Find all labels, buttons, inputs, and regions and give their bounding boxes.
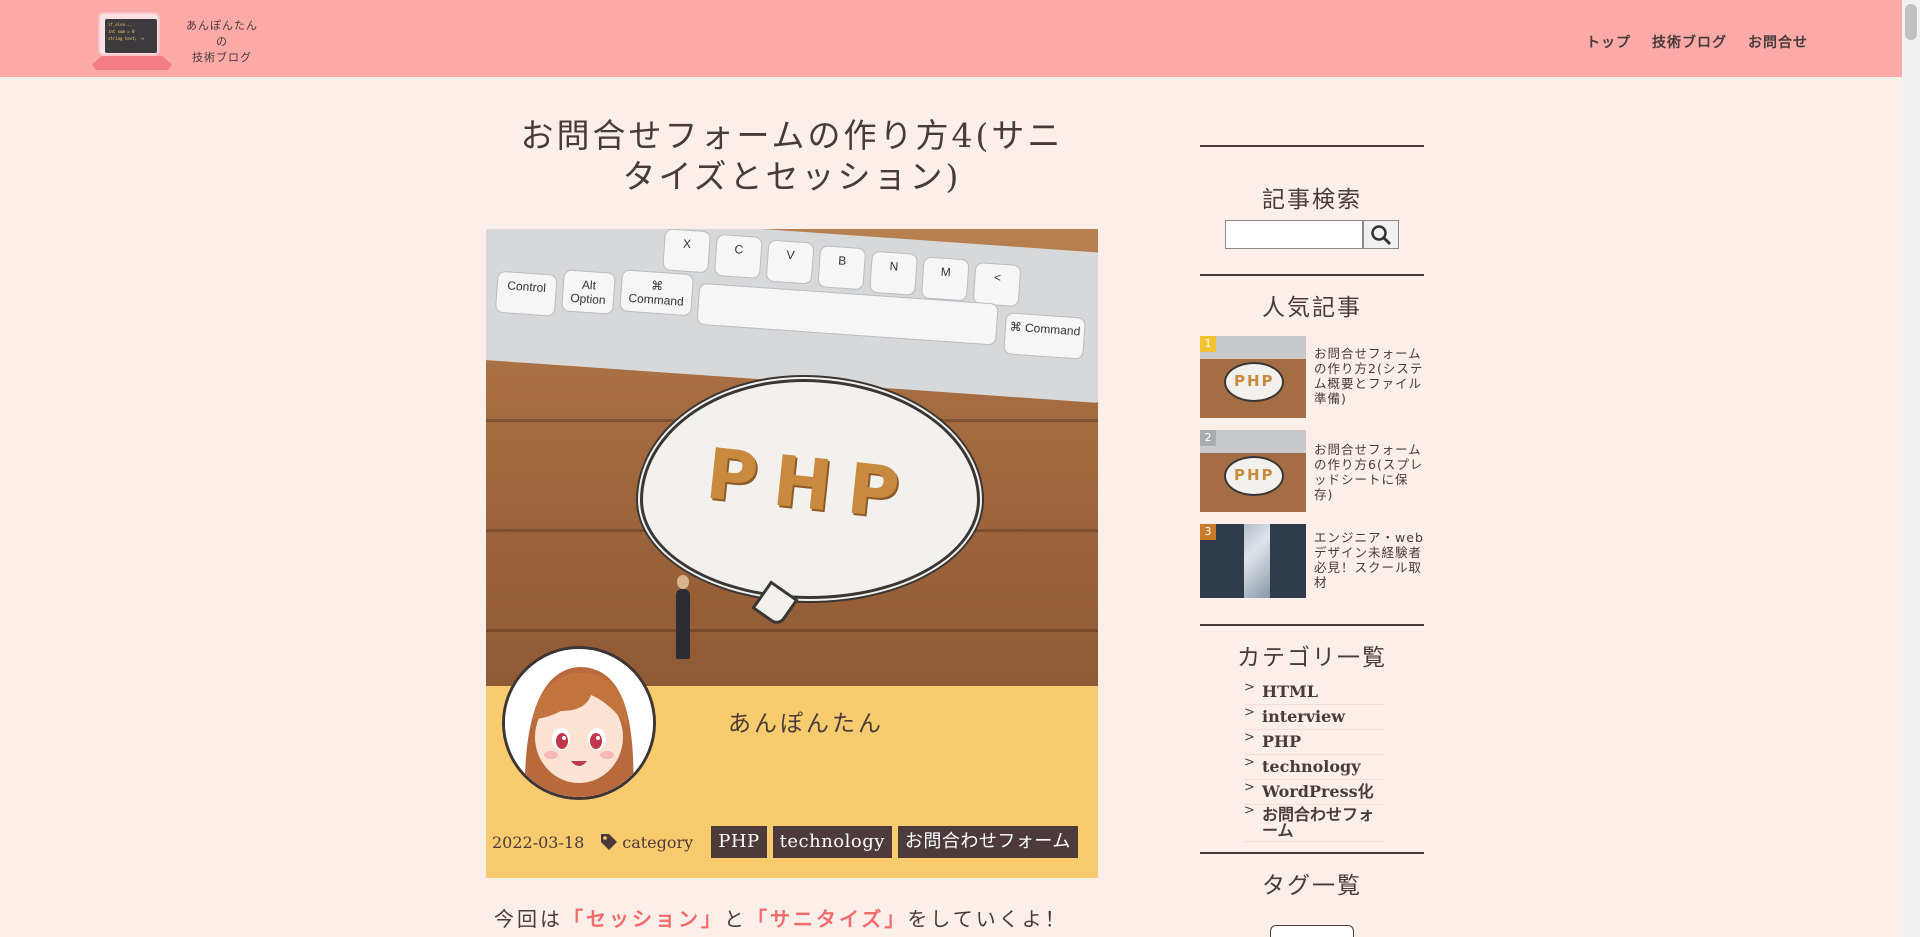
author-name: あんぽんたん [728,711,884,737]
keyboard-image: Control Alt Option ⌘ Command X C V B N M… [486,229,1098,404]
search-input[interactable] [1225,220,1363,249]
key-control: Control [494,270,558,317]
search-form [1200,220,1424,249]
nav-link-contact[interactable]: お問合せ [1748,32,1808,52]
popular-title[interactable]: エンジニア・webデザイン未経験者必見！スクール取材 [1314,524,1424,598]
key-n: N [869,250,918,296]
category-badge-contact-form[interactable]: お問合わせフォーム [897,826,1078,858]
popular-item[interactable]: 3 エンジニア・webデザイン未経験者必見！スクール取材 [1200,524,1424,598]
popular-title[interactable]: お問合せフォームの作り方2(システム概要とファイル準備) [1314,336,1424,418]
tag-icon [601,834,618,850]
search-heading: 記事検索 [1262,187,1362,213]
search-icon [1371,224,1392,245]
figurine-head [677,575,689,589]
post-date: 2022-03-18 [492,832,585,852]
key-option: Alt Option [561,269,616,315]
nav-link-top[interactable]: トップ [1586,32,1631,52]
category-list: HTML interview PHP technology WordPress化… [1244,678,1384,842]
key-command: ⌘ Command [619,269,694,317]
key-v: V [765,239,815,285]
category-tag: category [600,833,693,852]
intro-highlight-sanitize: 「サニタイズ」 [747,907,908,931]
avatar-illustration [505,649,653,797]
page-scrollbar[interactable] [1902,0,1920,937]
intro-suffix: をしていくよ！ [907,907,1068,931]
rank-badge: 1 [1200,336,1216,352]
hero-image: Control Alt Option ⌘ Command X C V B N M… [486,229,1098,687]
intro-highlight-session: 「セッション」 [563,907,724,931]
sidebar-divider [1200,145,1424,147]
category-link-technology[interactable]: technology [1244,753,1384,780]
popular-item[interactable]: PHP 2 お問合せフォームの作り方6(スプレッドシートに保存) [1200,430,1424,512]
main-nav: トップ 技術ブログ お問合せ [1586,32,1808,52]
sidebar-divider [1200,624,1424,626]
category-heading: カテゴリ一覧 [1237,645,1387,671]
intro-prefix: 今回は [494,907,563,931]
nav-link-tech-blog[interactable]: 技術ブログ [1652,32,1727,52]
search-button[interactable] [1363,220,1399,249]
tag-heading: タグ一覧 [1262,873,1362,899]
popular-title[interactable]: お問合せフォームの作り方6(スプレッドシートに保存) [1314,430,1424,512]
rank-badge: 3 [1200,524,1216,540]
article: お問合せフォームの作り方4(サニタイズとセッション) Control Alt O… [486,115,1098,931]
category-badges: PHP technology お問合わせフォーム [711,826,1078,858]
logo-laptop-screen: if_else... int sum = 0 string text; -> [98,12,160,56]
intro-text: 今回は「セッション」と「サニタイズ」をしていくよ！ [494,903,1068,932]
key-b: B [817,245,867,291]
figurine [676,589,690,659]
intro-mid: と [724,907,747,931]
post-title: お問合せフォームの作り方4(サニタイズとセッション) [520,116,1064,196]
popular-thumbnail: PHP 1 [1200,336,1307,418]
tag-cloud [1270,925,1354,937]
author-avatar [502,646,656,800]
sidebar-divider [1200,274,1424,276]
category-label: category [622,832,694,852]
rank-badge: 2 [1200,430,1216,446]
category-link-wordpress[interactable]: WordPress化 [1244,778,1384,805]
thumb-php-text: PHP [1234,372,1275,390]
thumb-php-text: PHP [1234,466,1275,484]
popular-item[interactable]: PHP 1 お問合せフォームの作り方2(システム概要とファイル準備) [1200,336,1424,418]
author-box: あんぽんたん 2022-03-18 category PHP technolog… [486,646,1098,878]
site-header: if_else... int sum = 0 string text; -> あ… [0,0,1920,77]
scrollbar-thumb[interactable] [1905,4,1917,40]
key-x: X [662,229,712,274]
logo-code-text: if_else... int sum = 0 string text; -> [105,19,157,53]
key-less-than: < [972,261,1022,308]
popular-thumbnail: 3 [1200,524,1307,598]
sidebar-divider [1200,852,1424,854]
site-title[interactable]: あんぽんたん の 技術ブログ [180,18,264,66]
key-m: M [920,256,970,302]
popular-thumbnail: PHP 2 [1200,430,1307,512]
sidebar: 記事検索 人気記事 PHP 1 お問合せフォームの作り方2(システム概要とファイ… [1200,145,1424,937]
key-c: C [713,233,763,279]
wood-grain [486,629,1098,632]
category-link-contact-form[interactable]: お問合わせフォーム [1244,803,1384,842]
category-link-interview[interactable]: interview [1244,703,1384,730]
key-command-right: ⌘ Command [1003,312,1086,360]
site-logo[interactable]: if_else... int sum = 0 string text; -> [92,12,178,72]
thumb-person-right [1270,524,1307,598]
logo-laptop-base [92,56,172,70]
post-meta: 2022-03-18 category PHP technology お問合わせ… [492,826,1078,858]
category-link-php[interactable]: PHP [1244,728,1384,755]
category-link-html[interactable]: HTML [1244,678,1384,705]
category-badge-technology[interactable]: technology [772,826,892,858]
category-badge-php[interactable]: PHP [711,826,767,858]
popular-heading: 人気記事 [1262,295,1362,321]
